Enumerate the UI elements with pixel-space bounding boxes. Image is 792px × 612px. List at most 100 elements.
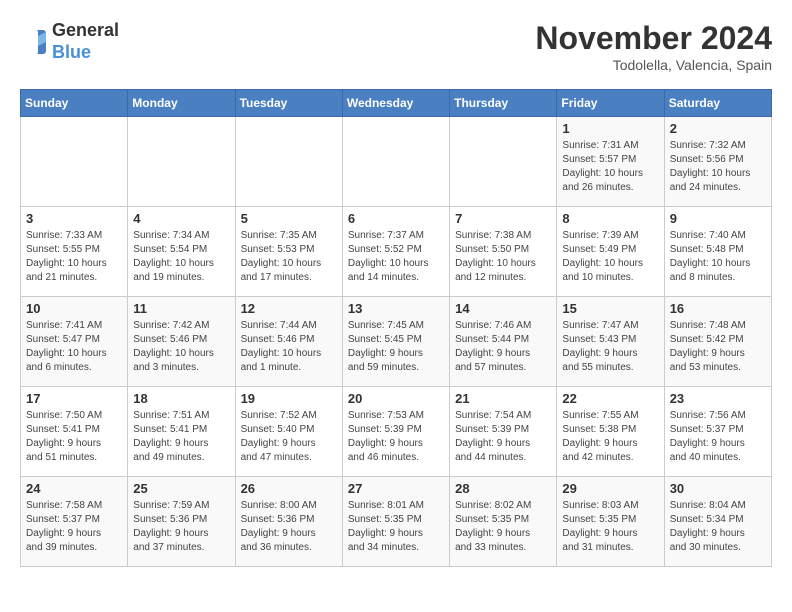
day-number: 13 xyxy=(348,301,444,316)
day-cell xyxy=(450,117,557,207)
day-cell: 8 Sunrise: 7:39 AM Sunset: 5:49 PM Daylig… xyxy=(557,207,664,297)
day-cell: 16 Sunrise: 7:48 AM Sunset: 5:42 PM Dayli… xyxy=(664,297,771,387)
day-cell xyxy=(342,117,449,207)
day-info: Sunrise: 7:48 AM Sunset: 5:42 PM Dayligh… xyxy=(670,319,766,375)
day-info: Sunrise: 7:51 AM Sunset: 5:41 PM Dayligh… xyxy=(133,409,229,465)
logo-general-text: General xyxy=(52,20,119,40)
day-cell: 18Sunrise: 7:51 AM Sunset: 5:41 PM Dayli… xyxy=(128,387,235,477)
day-cell: 21Sunrise: 7:54 AM Sunset: 5:39 PM Dayli… xyxy=(450,387,557,477)
day-info: Sunrise: 7:50 AM Sunset: 5:41 PM Dayligh… xyxy=(26,409,122,465)
logo-icon xyxy=(20,28,48,56)
day-cell: 15 Sunrise: 7:47 AM Sunset: 5:43 PM Dayli… xyxy=(557,297,664,387)
day-cell: 10Sunrise: 7:41 AM Sunset: 5:47 PM Dayli… xyxy=(21,297,128,387)
day-cell: 25Sunrise: 7:59 AM Sunset: 5:36 PM Dayli… xyxy=(128,477,235,567)
day-info: Sunrise: 7:46 AM Sunset: 5:44 PM Dayligh… xyxy=(455,319,551,375)
day-cell: 19 Sunrise: 7:52 AM Sunset: 5:40 PM Dayli… xyxy=(235,387,342,477)
day-info: Sunrise: 7:38 AM Sunset: 5:50 PM Dayligh… xyxy=(455,229,551,285)
day-cell: 22 Sunrise: 7:55 AM Sunset: 5:38 PM Dayli… xyxy=(557,387,664,477)
day-number: 27 xyxy=(348,481,444,496)
day-cell: 5Sunrise: 7:35 AM Sunset: 5:53 PM Daylig… xyxy=(235,207,342,297)
day-cell: 30 Sunrise: 8:04 AM Sunset: 5:34 PM Dayli… xyxy=(664,477,771,567)
day-info: Sunrise: 7:56 AM Sunset: 5:37 PM Dayligh… xyxy=(670,409,766,465)
day-info: Sunrise: 8:03 AM Sunset: 5:35 PM Dayligh… xyxy=(562,499,658,555)
day-cell: 13Sunrise: 7:45 AM Sunset: 5:45 PM Dayli… xyxy=(342,297,449,387)
day-info: Sunrise: 7:58 AM Sunset: 5:37 PM Dayligh… xyxy=(26,499,122,555)
day-number: 1 xyxy=(562,121,658,136)
day-number: 20 xyxy=(348,391,444,406)
day-number: 19 xyxy=(241,391,337,406)
day-number: 11 xyxy=(133,301,229,316)
day-number: 24 xyxy=(26,481,122,496)
day-info: Sunrise: 8:02 AM Sunset: 5:35 PM Dayligh… xyxy=(455,499,551,555)
day-number: 12 xyxy=(241,301,337,316)
week-row-4: 17 Sunrise: 7:50 AM Sunset: 5:41 PM Dayli… xyxy=(21,387,772,477)
week-row-3: 10Sunrise: 7:41 AM Sunset: 5:47 PM Dayli… xyxy=(21,297,772,387)
day-cell: 26 Sunrise: 8:00 AM Sunset: 5:36 PM Dayli… xyxy=(235,477,342,567)
day-number: 7 xyxy=(455,211,551,226)
day-cell: 12 Sunrise: 7:44 AM Sunset: 5:46 PM Dayli… xyxy=(235,297,342,387)
day-number: 22 xyxy=(562,391,658,406)
day-info: Sunrise: 7:55 AM Sunset: 5:38 PM Dayligh… xyxy=(562,409,658,465)
day-info: Sunrise: 7:54 AM Sunset: 5:39 PM Dayligh… xyxy=(455,409,551,465)
day-number: 2 xyxy=(670,121,766,136)
day-cell: 4 Sunrise: 7:34 AM Sunset: 5:54 PM Daylig… xyxy=(128,207,235,297)
day-info: Sunrise: 7:34 AM Sunset: 5:54 PM Dayligh… xyxy=(133,229,229,285)
day-cell xyxy=(21,117,128,207)
day-cell: 20 Sunrise: 7:53 AM Sunset: 5:39 PM Dayli… xyxy=(342,387,449,477)
day-number: 29 xyxy=(562,481,658,496)
weekday-header-monday: Monday xyxy=(128,90,235,117)
day-info: Sunrise: 7:47 AM Sunset: 5:43 PM Dayligh… xyxy=(562,319,658,375)
day-number: 8 xyxy=(562,211,658,226)
day-number: 4 xyxy=(133,211,229,226)
day-number: 9 xyxy=(670,211,766,226)
day-number: 5 xyxy=(241,211,337,226)
day-cell: 17 Sunrise: 7:50 AM Sunset: 5:41 PM Dayli… xyxy=(21,387,128,477)
logo: General Blue xyxy=(20,20,119,63)
day-info: Sunrise: 8:04 AM Sunset: 5:34 PM Dayligh… xyxy=(670,499,766,555)
day-cell: 2 Sunrise: 7:32 AM Sunset: 5:56 PM Daylig… xyxy=(664,117,771,207)
day-number: 26 xyxy=(241,481,337,496)
day-cell: 3 Sunrise: 7:33 AM Sunset: 5:55 PM Daylig… xyxy=(21,207,128,297)
weekday-header-tuesday: Tuesday xyxy=(235,90,342,117)
day-number: 16 xyxy=(670,301,766,316)
week-row-1: 1 Sunrise: 7:31 AM Sunset: 5:57 PM Daylig… xyxy=(21,117,772,207)
day-number: 15 xyxy=(562,301,658,316)
calendar-table: SundayMondayTuesdayWednesdayThursdayFrid… xyxy=(20,89,772,567)
weekday-header-saturday: Saturday xyxy=(664,90,771,117)
weekday-header-friday: Friday xyxy=(557,90,664,117)
week-row-5: 24 Sunrise: 7:58 AM Sunset: 5:37 PM Dayli… xyxy=(21,477,772,567)
day-info: Sunrise: 7:39 AM Sunset: 5:49 PM Dayligh… xyxy=(562,229,658,285)
day-info: Sunrise: 7:44 AM Sunset: 5:46 PM Dayligh… xyxy=(241,319,337,375)
day-number: 17 xyxy=(26,391,122,406)
day-number: 14 xyxy=(455,301,551,316)
day-cell: 27 Sunrise: 8:01 AM Sunset: 5:35 PM Dayli… xyxy=(342,477,449,567)
day-info: Sunrise: 7:53 AM Sunset: 5:39 PM Dayligh… xyxy=(348,409,444,465)
logo-blue-text: Blue xyxy=(52,42,91,62)
day-cell: 9Sunrise: 7:40 AM Sunset: 5:48 PM Daylig… xyxy=(664,207,771,297)
day-info: Sunrise: 7:31 AM Sunset: 5:57 PM Dayligh… xyxy=(562,139,658,195)
day-cell: 7 Sunrise: 7:38 AM Sunset: 5:50 PM Daylig… xyxy=(450,207,557,297)
page-header: General Blue November 2024 Todolella, Va… xyxy=(20,20,772,73)
weekday-header-sunday: Sunday xyxy=(21,90,128,117)
location-text: Todolella, Valencia, Spain xyxy=(535,57,772,73)
day-cell: 14 Sunrise: 7:46 AM Sunset: 5:44 PM Dayli… xyxy=(450,297,557,387)
day-info: Sunrise: 7:52 AM Sunset: 5:40 PM Dayligh… xyxy=(241,409,337,465)
month-title: November 2024 xyxy=(535,20,772,57)
day-number: 6 xyxy=(348,211,444,226)
day-cell: 1 Sunrise: 7:31 AM Sunset: 5:57 PM Daylig… xyxy=(557,117,664,207)
day-info: Sunrise: 7:32 AM Sunset: 5:56 PM Dayligh… xyxy=(670,139,766,195)
day-info: Sunrise: 8:01 AM Sunset: 5:35 PM Dayligh… xyxy=(348,499,444,555)
day-number: 3 xyxy=(26,211,122,226)
weekday-header-wednesday: Wednesday xyxy=(342,90,449,117)
day-number: 23 xyxy=(670,391,766,406)
week-row-2: 3 Sunrise: 7:33 AM Sunset: 5:55 PM Daylig… xyxy=(21,207,772,297)
day-cell: 6 Sunrise: 7:37 AM Sunset: 5:52 PM Daylig… xyxy=(342,207,449,297)
day-number: 30 xyxy=(670,481,766,496)
day-info: Sunrise: 8:00 AM Sunset: 5:36 PM Dayligh… xyxy=(241,499,337,555)
day-cell: 23 Sunrise: 7:56 AM Sunset: 5:37 PM Dayli… xyxy=(664,387,771,477)
day-info: Sunrise: 7:37 AM Sunset: 5:52 PM Dayligh… xyxy=(348,229,444,285)
day-number: 10 xyxy=(26,301,122,316)
day-number: 25 xyxy=(133,481,229,496)
weekday-header-thursday: Thursday xyxy=(450,90,557,117)
day-info: Sunrise: 7:33 AM Sunset: 5:55 PM Dayligh… xyxy=(26,229,122,285)
